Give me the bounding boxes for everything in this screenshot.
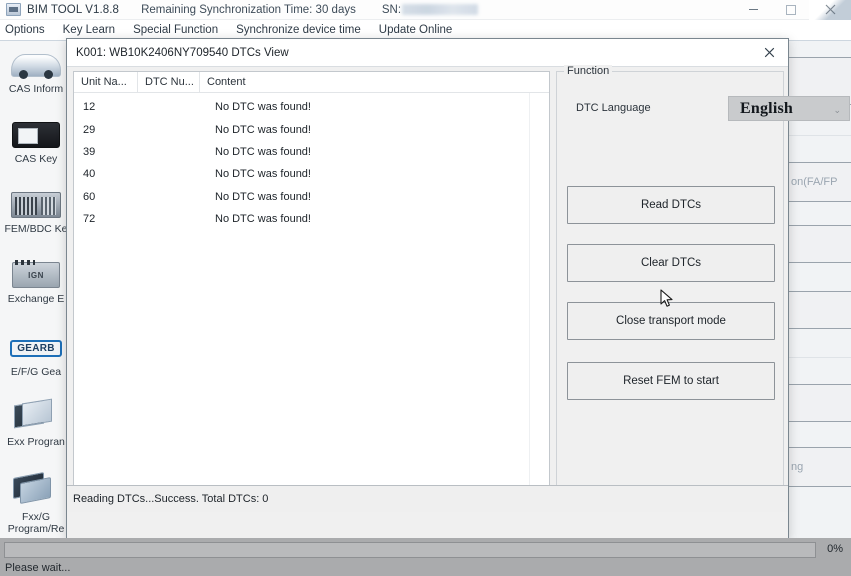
dtc-language-select[interactable]: English ⌄: [728, 96, 850, 121]
table-row[interactable]: 72 No DTC was found!: [74, 208, 549, 230]
background-separator-2: [788, 357, 851, 358]
sidebar-item-cas-key[interactable]: CAS Key: [0, 116, 72, 166]
dialog-status-bar: Reading DTCs...Success. Total DTCs: 0: [67, 485, 788, 512]
close-icon: [764, 47, 774, 58]
minimize-button[interactable]: [735, 0, 772, 20]
column-header-unit-name[interactable]: Unit Na...: [74, 72, 138, 92]
sidebar-item-efg-gearbox[interactable]: GEARB E/F/G Gea: [0, 329, 72, 379]
dialog-title: K001: WB10K2406NY709540 DTCs View: [76, 46, 289, 59]
table-row[interactable]: 40 No DTC was found!: [74, 163, 549, 185]
sidebar-item-exchange-ecu[interactable]: IGN Exchange E: [0, 256, 72, 306]
dtc-table[interactable]: Unit Na... DTC Nu... Content 12 No DTC w…: [73, 71, 550, 508]
cell-unit-name: 40: [83, 168, 96, 181]
dialog-close-button[interactable]: [750, 39, 788, 66]
sidebar-item-label-exx-program: Exx Progran: [7, 437, 65, 448]
dialog-titlebar: K001: WB10K2406NY709540 DTCs View: [67, 39, 788, 67]
background-button-6[interactable]: ng: [784, 447, 851, 487]
main-titlebar: BIM TOOL V1.8.8 Remaining Synchronizatio…: [0, 0, 851, 20]
dtc-table-header: Unit Na... DTC Nu... Content: [74, 72, 549, 93]
sidebar-item-label-fxx-gxx-program: Fxx/G Program/Re: [7, 512, 65, 535]
chevron-down-icon: ⌄: [833, 105, 841, 115]
dtc-language-value: English: [740, 99, 793, 117]
close-transport-mode-button[interactable]: Close transport mode: [567, 302, 775, 340]
table-row[interactable]: 12 No DTC was found!: [74, 96, 549, 118]
column-header-dtc-number[interactable]: DTC Nu...: [138, 72, 200, 92]
sidebar-item-exx-program[interactable]: Exx Progran: [0, 393, 72, 449]
app-title: BIM TOOL V1.8.8: [27, 3, 120, 16]
table-row[interactable]: 29 No DTC was found!: [74, 118, 549, 140]
sidebar-item-label-efg-gearbox: E/F/G Gea: [10, 367, 62, 378]
column-header-content[interactable]: Content: [200, 72, 549, 92]
background-button-3[interactable]: [784, 225, 851, 263]
ignition-icon-text: IGN: [28, 270, 44, 280]
bottom-status-bar: 0% Please wait...: [0, 538, 851, 576]
fem-bdc-icon: [0, 186, 72, 224]
cell-content: No DTC was found!: [215, 101, 311, 114]
close-window-button[interactable]: [809, 0, 851, 20]
app-logo-icon: [6, 3, 21, 16]
dialog-body: Unit Na... DTC Nu... Content 12 No DTC w…: [67, 65, 850, 512]
cas-key-icon: [0, 116, 72, 154]
sidebar-item-cas-information[interactable]: CAS Inform: [0, 46, 72, 96]
progress-bar: [4, 542, 816, 558]
function-groupbox-legend: Function: [564, 65, 613, 77]
documents-icon: [0, 393, 72, 437]
cell-content: No DTC was found!: [215, 145, 311, 158]
serial-number: SN:: [381, 3, 479, 16]
cell-content: No DTC was found!: [215, 168, 311, 181]
cell-unit-name: 39: [83, 145, 96, 158]
sidebar-item-label-cas-key: CAS Key: [14, 154, 58, 165]
sidebar-item-fxx-gxx-program[interactable]: Fxx/G Program/Re: [0, 466, 72, 535]
background-button-vehicle-configuration[interactable]: on(FA/FP: [784, 162, 851, 202]
table-row[interactable]: 39 No DTC was found!: [74, 141, 549, 163]
sidebar-item-label-exchange-ecu: Exchange E: [7, 294, 65, 305]
sync-time-label: Remaining Synchronization Time: 30 days: [141, 3, 356, 16]
cards-icon: [0, 466, 72, 512]
window-controls: [735, 0, 851, 20]
serial-number-value-redacted: [402, 4, 479, 15]
table-row[interactable]: 60 No DTC was found!: [74, 186, 549, 208]
cell-unit-name: 12: [83, 101, 96, 114]
cell-unit-name: 60: [83, 190, 96, 203]
close-icon: [825, 4, 835, 15]
maximize-button[interactable]: [772, 0, 809, 20]
sidebar: CAS Inform CAS Key FEM/BDC Ke IGN Exchan…: [0, 41, 72, 538]
gearbox-icon-text: GEARB: [10, 339, 62, 357]
car-icon: [0, 46, 72, 84]
please-wait-label: Please wait...: [5, 562, 71, 574]
dtcs-view-dialog: K001: WB10K2406NY709540 DTCs View Unit N…: [66, 38, 850, 540]
sidebar-item-fem-bdc-key[interactable]: FEM/BDC Ke: [0, 186, 72, 236]
background-separator-1: [788, 135, 851, 136]
read-dtcs-button[interactable]: Read DTCs: [567, 186, 775, 224]
function-groupbox: Function DTC Language English ⌄ Read DTC…: [556, 65, 850, 508]
ignition-module-icon: IGN: [0, 256, 72, 294]
cell-unit-name: 29: [83, 123, 96, 136]
dialog-status-text: Reading DTCs...Success. Total DTCs: 0: [73, 493, 269, 505]
clear-dtcs-button[interactable]: Clear DTCs: [567, 244, 775, 282]
column-divider: [529, 93, 530, 507]
application-window: BIM TOOL V1.8.8 Remaining Synchronizatio…: [0, 0, 851, 576]
background-button-4[interactable]: [784, 291, 851, 329]
cell-unit-name: 72: [83, 213, 96, 226]
serial-number-label: SN:: [381, 3, 402, 16]
sidebar-item-label-cas-information: CAS Inform: [8, 84, 64, 95]
reset-fem-to-start-button[interactable]: Reset FEM to start: [567, 362, 775, 400]
background-button-5[interactable]: [784, 384, 851, 422]
cell-content: No DTC was found!: [215, 213, 311, 226]
gearbox-icon: GEARB: [0, 329, 72, 367]
sidebar-item-label-fem-bdc-key: FEM/BDC Ke: [4, 224, 68, 235]
menu-item-options[interactable]: Options: [0, 20, 54, 41]
cell-content: No DTC was found!: [215, 190, 311, 203]
cell-content: No DTC was found!: [215, 123, 311, 136]
progress-percent-label: 0%: [827, 543, 843, 555]
dtc-language-label: DTC Language: [576, 102, 651, 114]
